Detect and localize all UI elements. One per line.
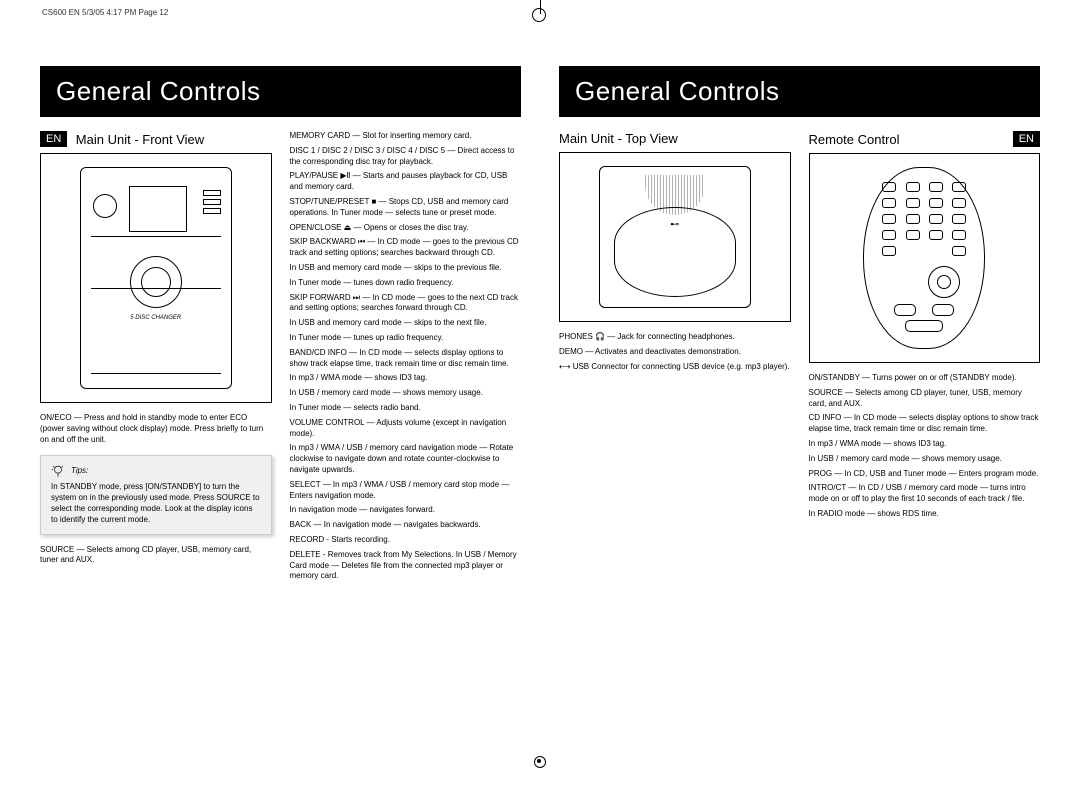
title-bar-left: General Controls [40, 66, 521, 117]
front-desc-2: SOURCE — Selects among CD player, USB, m… [40, 545, 272, 567]
section-front-view: Main Unit - Front View [76, 132, 204, 147]
crop-mark-top [528, 0, 552, 24]
disc-changer-label: 5 DISC CHANGER [91, 288, 221, 374]
figure-top-view: ⊷ [559, 152, 791, 322]
lang-badge-right: EN [1013, 131, 1040, 147]
tips-label: Tips: [71, 466, 88, 477]
section-top-view: Main Unit - Top View [559, 131, 791, 146]
top-desc: PHONES 🎧 — Jack for connecting headphone… [559, 332, 791, 372]
figure-remote [809, 153, 1041, 363]
front-desc-1: ON/ECO — Press and hold in standby mode … [40, 413, 272, 445]
print-header: CS600 EN 5/3/05 4:17 PM Page 12 [42, 8, 168, 17]
lang-badge-left: EN [40, 131, 67, 147]
front-desc-col2: MEMORY CARD — Slot for inserting memory … [290, 131, 522, 586]
crop-mark-bottom [534, 756, 546, 768]
page-right: General Controls Main Unit - Top View ⊷ … [559, 66, 1040, 586]
remote-desc: ON/STANDBY — Turns power on or off (STAN… [809, 373, 1041, 520]
figure-front-view: 5 DISC CHANGER [40, 153, 272, 403]
title-bar-right: General Controls [559, 66, 1040, 117]
lightbulb-icon [51, 464, 65, 478]
section-remote: Remote Control [809, 132, 900, 147]
tips-body: In STANDBY mode, press [ON/STANDBY] to t… [51, 482, 261, 525]
page-left: General Controls EN Main Unit - Front Vi… [40, 66, 521, 586]
tips-box: Tips: In STANDBY mode, press [ON/STANDBY… [40, 455, 272, 534]
